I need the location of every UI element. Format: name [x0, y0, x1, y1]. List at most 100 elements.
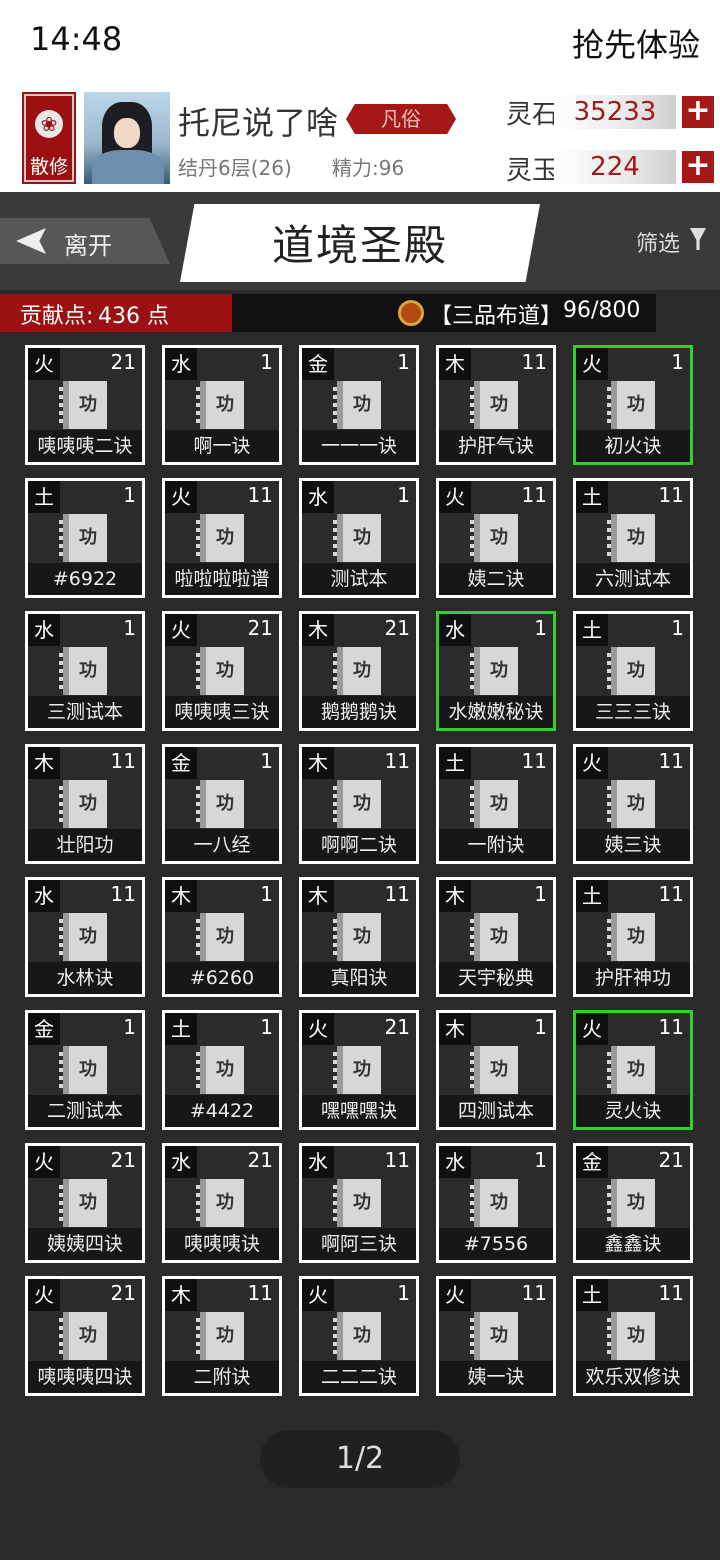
- skill-level: 1: [123, 483, 136, 507]
- skill-card[interactable]: 土 11 功一附诀: [436, 744, 556, 864]
- page-indicator[interactable]: 1/2: [260, 1430, 460, 1488]
- rank-badge[interactable]: ❀ 散修: [24, 94, 74, 182]
- skill-card[interactable]: 火 11 功啦啦啦啦谱: [162, 478, 282, 598]
- skill-card[interactable]: 木 11 功啊啊二诀: [299, 744, 419, 864]
- skill-card[interactable]: 木 11 功护肝气诀: [436, 345, 556, 465]
- skill-level: 11: [247, 1281, 273, 1305]
- skill-card[interactable]: 金 1 功一一一诀: [299, 345, 419, 465]
- skill-book-icon: 功: [333, 647, 381, 695]
- skill-card[interactable]: 火 1 功二二二诀: [299, 1276, 419, 1396]
- filter-button[interactable]: 筛选: [636, 226, 680, 258]
- element-badge: 火: [28, 1146, 60, 1178]
- skill-level: 1: [397, 350, 410, 374]
- skill-level: 1: [534, 882, 547, 906]
- element-badge: 土: [576, 1279, 608, 1311]
- skill-card[interactable]: 土 1 功 #4422: [162, 1010, 282, 1130]
- element-badge: 水: [28, 614, 60, 646]
- element-badge: 木: [302, 747, 334, 779]
- skill-name: 咦咦咦四诀: [28, 1361, 142, 1393]
- skill-book-icon: 功: [607, 1046, 655, 1094]
- skill-level: 11: [658, 1281, 684, 1305]
- rank-badge-label: 散修: [29, 156, 68, 178]
- skill-card[interactable]: 金 21 功鑫鑫诀: [573, 1143, 693, 1263]
- skill-card[interactable]: 木 11 功真阳诀: [299, 877, 419, 997]
- skill-book-icon: 功: [196, 1046, 244, 1094]
- avatar[interactable]: [84, 92, 170, 184]
- skill-card[interactable]: 水 1 功水嫩嫩秘诀: [436, 611, 556, 731]
- skill-card[interactable]: 水 1 功测试本: [299, 478, 419, 598]
- skill-name: 咦咦咦诀: [165, 1228, 279, 1260]
- early-access-label[interactable]: 抢先体验: [572, 20, 700, 66]
- skill-card[interactable]: 木 21 功鹅鹅鹅诀: [299, 611, 419, 731]
- skill-name: 护肝气诀: [439, 430, 553, 462]
- skill-card[interactable]: 木 1 功 #6260: [162, 877, 282, 997]
- skill-card[interactable]: 金 1 功二测试本: [25, 1010, 145, 1130]
- skill-level: 1: [397, 1281, 410, 1305]
- skill-card[interactable]: 水 1 功啊一诀: [162, 345, 282, 465]
- skill-book-icon: 功: [196, 780, 244, 828]
- skill-card[interactable]: 木 1 功天宇秘典: [436, 877, 556, 997]
- skill-card[interactable]: 木 11 功二附诀: [162, 1276, 282, 1396]
- skill-book-icon: 功: [59, 780, 107, 828]
- skill-card[interactable]: 木 1 功四测试本: [436, 1010, 556, 1130]
- skill-name: 二测试本: [28, 1095, 142, 1127]
- contribution-label: 贡献点:: [20, 304, 94, 329]
- add-spirit-jade-button[interactable]: +: [682, 151, 714, 183]
- skill-card[interactable]: 金 1 功一八经: [162, 744, 282, 864]
- preach-rank: 【三品布道】: [430, 304, 563, 329]
- element-badge: 火: [28, 1279, 60, 1311]
- skill-name: 三三三诀: [576, 696, 690, 728]
- element-badge: 木: [28, 747, 60, 779]
- skill-card[interactable]: 水 11 功啊阿三诀: [299, 1143, 419, 1263]
- skill-level: 1: [397, 483, 410, 507]
- skill-book-icon: 功: [470, 647, 518, 695]
- skill-name: 灵火诀: [576, 1095, 690, 1127]
- skill-book-icon: 功: [59, 514, 107, 562]
- skill-book-icon: 功: [196, 1312, 244, 1360]
- skill-book-icon: 功: [607, 647, 655, 695]
- element-badge: 土: [576, 880, 608, 912]
- skill-name: 姨一诀: [439, 1361, 553, 1393]
- skill-card[interactable]: 水 21 功咦咦咦诀: [162, 1143, 282, 1263]
- skill-card[interactable]: 火 11 功姨三诀: [573, 744, 693, 864]
- element-badge: 金: [302, 348, 334, 380]
- skill-name: 啊啊二诀: [302, 829, 416, 861]
- skill-card[interactable]: 火 21 功咦咦咦三诀: [162, 611, 282, 731]
- skill-card[interactable]: 土 1 功 #6922: [25, 478, 145, 598]
- skill-card[interactable]: 水 11 功水林诀: [25, 877, 145, 997]
- skill-name: #6260: [165, 962, 279, 994]
- filter-icon[interactable]: [690, 228, 706, 250]
- skill-book-icon: 功: [333, 1046, 381, 1094]
- skill-card[interactable]: 水 1 功三测试本: [25, 611, 145, 731]
- skill-card[interactable]: 水 1 功 #7556: [436, 1143, 556, 1263]
- skill-level: 21: [247, 1148, 273, 1172]
- skill-level: 1: [671, 350, 684, 374]
- leave-label[interactable]: 离开: [64, 226, 112, 261]
- skill-card[interactable]: 土 11 功护肝神功: [573, 877, 693, 997]
- skill-card[interactable]: 土 11 功欢乐双修诀: [573, 1276, 693, 1396]
- skill-card[interactable]: 火 11 功姨二诀: [436, 478, 556, 598]
- skill-book-icon: 功: [470, 1179, 518, 1227]
- add-spirit-stone-button[interactable]: +: [682, 96, 714, 128]
- skill-card[interactable]: 火 11 功灵火诀: [573, 1010, 693, 1130]
- skill-card[interactable]: 火 11 功姨一诀: [436, 1276, 556, 1396]
- skill-card[interactable]: 火 21 功咦咦咦二诀: [25, 345, 145, 465]
- skill-card[interactable]: 火 21 功姨姨四诀: [25, 1143, 145, 1263]
- title-tag: 凡俗: [346, 104, 456, 134]
- skill-book-icon: 功: [333, 514, 381, 562]
- element-badge: 火: [576, 1013, 608, 1045]
- skill-book-icon: 功: [333, 913, 381, 961]
- skill-level: 11: [521, 350, 547, 374]
- player-name: 托尼说了啥: [178, 104, 339, 142]
- skill-card[interactable]: 火 1 功初火诀: [573, 345, 693, 465]
- skill-book-icon: 功: [607, 913, 655, 961]
- skill-card[interactable]: 火 21 功咦咦咦四诀: [25, 1276, 145, 1396]
- skill-card[interactable]: 木 11 功壮阳功: [25, 744, 145, 864]
- skill-card[interactable]: 土 11 功六测试本: [573, 478, 693, 598]
- skill-card[interactable]: 火 21 功嘿嘿嘿诀: [299, 1010, 419, 1130]
- skill-name: 水林诀: [28, 962, 142, 994]
- skill-book-icon: 功: [333, 1179, 381, 1227]
- skill-level: 1: [123, 616, 136, 640]
- skill-card[interactable]: 土 1 功三三三诀: [573, 611, 693, 731]
- skill-name: 初火诀: [576, 430, 690, 462]
